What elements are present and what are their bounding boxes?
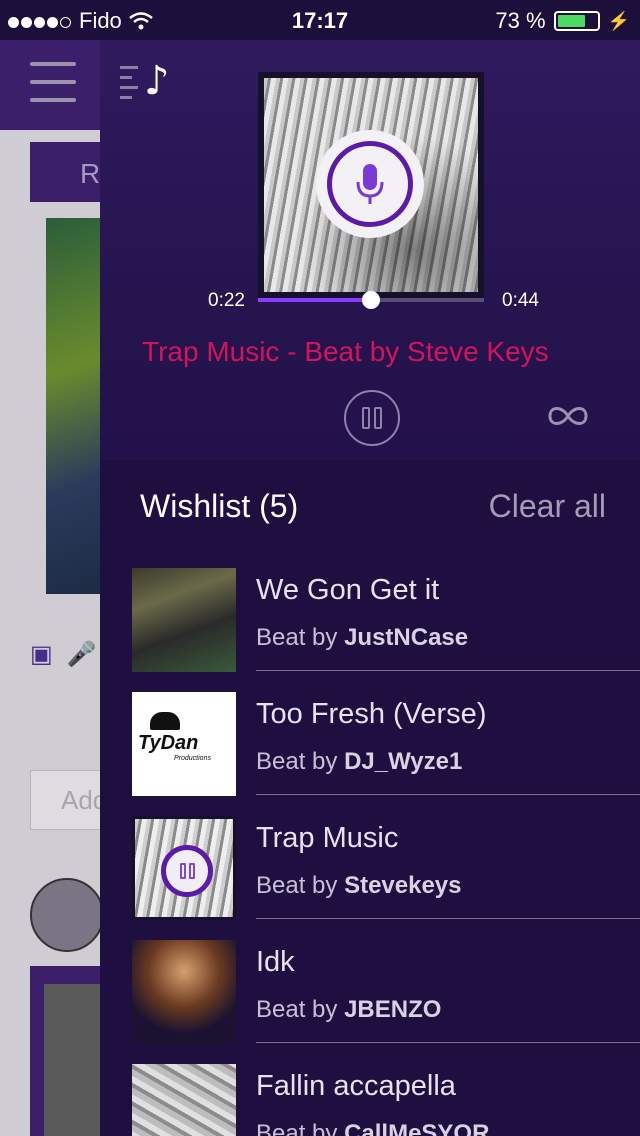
list-item[interactable]: Idk Beat by JBENZO xyxy=(132,940,640,1064)
cap-logo-icon xyxy=(150,712,180,730)
battery-icon xyxy=(553,11,600,31)
progress-bar[interactable] xyxy=(258,291,484,309)
wishlist-list: We Gon Get it Beat by JustNCase TyDan Pro… xyxy=(132,568,640,1136)
background-post xyxy=(30,966,110,1136)
avatar[interactable] xyxy=(30,878,104,952)
item-byline: Beat by CallMeSYOR xyxy=(256,1120,490,1136)
current-time: 0:22 xyxy=(208,290,245,311)
battery-percent: 73 % xyxy=(495,8,546,33)
playlist-icon[interactable]: ♪ xyxy=(120,58,170,106)
speaker-icon[interactable]: ▣ xyxy=(30,640,53,669)
mic-icon[interactable]: 🎤 xyxy=(67,640,97,669)
wishlist-title: Wishlist (5) xyxy=(140,488,299,524)
clear-all-button[interactable]: Clear all xyxy=(489,488,606,525)
divider xyxy=(256,670,640,671)
pause-icon xyxy=(362,407,370,429)
progress-knob[interactable] xyxy=(362,291,380,309)
record-button[interactable] xyxy=(316,130,424,238)
wishlist-drawer: ♪ 0:22 0:44 Trap Music - Beat by Steve K… xyxy=(100,40,640,1136)
background-photo xyxy=(46,218,106,594)
tydan-logo: TyDan Productions xyxy=(138,732,211,762)
background-icons: ▣ 🎤 xyxy=(30,640,97,669)
track-title: Trap Music - Beat by Steve Keys xyxy=(142,336,549,367)
repeat-icon[interactable] xyxy=(546,402,590,430)
divider xyxy=(256,1042,640,1043)
item-title: Too Fresh (Verse) xyxy=(256,698,487,730)
progress-fill xyxy=(258,298,371,302)
divider xyxy=(256,794,640,795)
charging-icon: ⚡ xyxy=(607,10,630,31)
track-thumbnail xyxy=(132,568,236,672)
track-thumbnail xyxy=(132,1064,236,1136)
track-thumbnail: TyDan Productions xyxy=(132,692,236,796)
item-title: We Gon Get it xyxy=(256,574,440,606)
pause-icon xyxy=(179,863,186,879)
item-title: Idk xyxy=(256,946,295,978)
player-section: ♪ 0:22 0:44 Trap Music - Beat by Steve K… xyxy=(100,40,640,460)
list-item[interactable]: We Gon Get it Beat by JustNCase xyxy=(132,568,640,692)
list-item[interactable]: Trap Music Beat by Stevekeys xyxy=(132,816,640,940)
list-item[interactable]: TyDan Productions Too Fresh (Verse) Beat … xyxy=(132,692,640,816)
pause-button[interactable] xyxy=(344,390,400,446)
item-byline: Beat by JBENZO xyxy=(256,996,442,1023)
item-byline: Beat by JustNCase xyxy=(256,624,469,651)
list-item[interactable]: Fallin accapella Beat by CallMeSYOR xyxy=(132,1064,640,1136)
item-byline: Beat by DJ_Wyze1 xyxy=(256,748,463,775)
total-time: 0:44 xyxy=(502,290,539,311)
item-title: Trap Music xyxy=(256,822,399,854)
divider xyxy=(256,918,640,919)
wishlist-header: Wishlist (5) Clear all xyxy=(140,488,606,525)
menu-icon[interactable] xyxy=(30,62,76,102)
status-bar: Fido 17:17 73 % ⚡ xyxy=(0,0,640,40)
item-title: Fallin accapella xyxy=(256,1070,456,1102)
track-thumbnail xyxy=(132,816,236,920)
item-byline: Beat by Stevekeys xyxy=(256,872,462,899)
item-pause-button[interactable] xyxy=(161,845,213,897)
track-thumbnail xyxy=(132,940,236,1044)
microphone-icon xyxy=(356,164,384,204)
